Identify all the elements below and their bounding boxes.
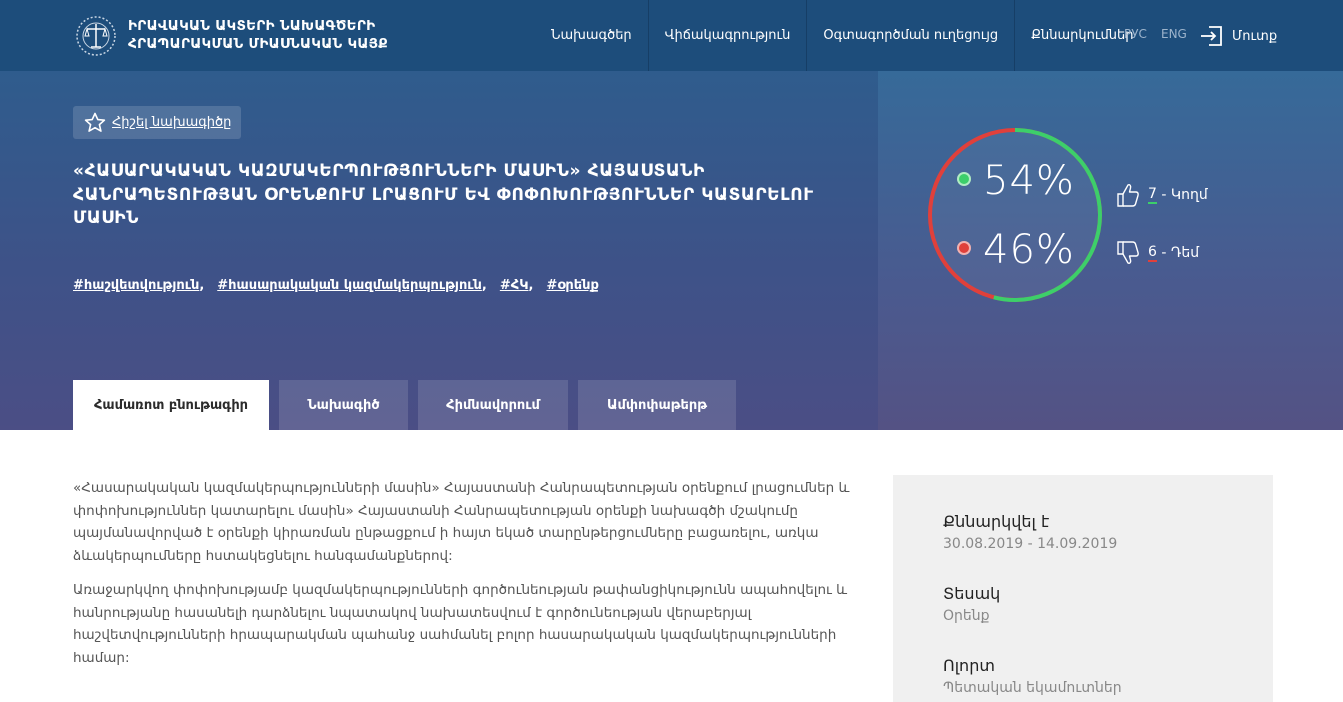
tag-separator: , [528,278,534,293]
summary-paragraph: «Հասարակական կազմակերպությունների մասին»… [73,480,850,564]
draft-info-sidebar: Քննարկվել է 30.08.2019 - 14.09.2019 Տեսա… [893,475,1273,702]
tag-link[interactable]: #հաշվետվություն [73,278,199,293]
draft-title: «ՀԱՍԱՐԱԿԱԿԱՆ ԿԱԶՄԱԿԵՐՊՈՒԹՅՈՒՆՆԵՐԻ ՄԱՍԻՆ»… [73,161,814,228]
lang-ru-link[interactable]: РУС [1124,27,1147,41]
lang-en-link[interactable]: ENG [1161,27,1187,41]
login-label: Մուտք [1232,28,1278,44]
nav-item-statistics[interactable]: Վիճակագրություն [649,0,808,71]
summary-paragraph: Առաջարկվող փոփոխությամբ կազմակերպություն… [73,582,848,666]
coat-of-arms-logo[interactable] [73,14,119,58]
type-value: Օրենք [943,608,990,624]
discussed-dates: 30.08.2019 - 14.09.2019 [943,536,1118,552]
site-title-line2: ՀՐԱՊԱՐԱԿՄԱՆ ՄԻԱՍՆԱԿԱՆ ԿԱՅՔ [128,36,388,52]
tab-summary-sheet[interactable]: Ամփոփաթերթ [578,380,736,430]
tag-link[interactable]: #ՀԿ [500,278,529,293]
site-title[interactable]: ԻՐԱՎԱԿԱՆ ԱԿՏԵՐԻ ՆԱԽԱԳԾԵՐԻ ՀՐԱՊԱՐԱԿՄԱՆ ՄԻ… [128,17,388,53]
no-percent: 46% [983,227,1075,273]
area-value: Պետական եկամուտներ [943,680,1122,696]
remember-draft-label: Հիշել նախագիծը [112,115,232,130]
tag-separator: , [481,278,487,293]
yes-percent: 54% [983,158,1075,204]
site-title-line1: ԻՐԱՎԱԿԱՆ ԱԿՏԵՐԻ ՆԱԽԱԳԾԵՐԻ [128,18,376,34]
no-indicator-dot [957,241,971,255]
top-header: ԻՐԱՎԱԿԱՆ ԱԿՏԵՐԻ ՆԱԽԱԳԾԵՐԻ ՀՐԱՊԱՐԱԿՄԱՆ ՄԻ… [0,0,1343,71]
tag-link[interactable]: #հասարակական կազմակերպություն [217,278,482,293]
tab-justification[interactable]: Հիմնավորում [418,380,568,430]
vote-against-count: 6 [1148,244,1157,262]
vote-ring [926,126,1104,304]
discussed-label: Քննարկվել է [943,512,1050,531]
login-icon [1201,26,1222,46]
thumbs-up-icon [1117,184,1139,207]
tag-separator: , [199,278,205,293]
yes-indicator-dot [957,172,971,186]
area-label: Ոլորտ [943,656,995,675]
vote-against-label: - Դեմ [1156,245,1200,261]
nav-item-drafts[interactable]: Նախագծեր [535,0,649,71]
vote-for-button[interactable]: 7 - Կողմ [1116,182,1208,208]
thumbs-down-icon [1117,241,1139,264]
draft-tabs: Համառոտ բնութագիր Նախագիծ Հիմնավորում Ամ… [73,380,746,430]
summary-content: «Հասարակական կազմակերպությունների մասին»… [73,477,858,681]
tab-summary[interactable]: Համառոտ բնութագիր [73,380,269,430]
tag-list: #հաշվետվություն, #հասարակական կազմակերպո… [73,278,599,293]
star-icon [84,112,106,132]
tag-link[interactable]: #օրենք [546,278,598,293]
vote-for-count: 7 [1148,186,1157,204]
main-nav: Նախագծեր Վիճակագրություն Օգտագործման ուղ… [535,0,1149,71]
vote-for-label: - Կողմ [1156,187,1208,203]
nav-item-user-guide[interactable]: Օգտագործման ուղեցույց [807,0,1016,71]
tab-draft[interactable]: Նախագիծ [279,380,408,430]
vote-against-button[interactable]: 6 - Դեմ [1116,240,1199,266]
type-label: Տեսակ [943,584,1001,603]
remember-draft-button[interactable]: Հիշել նախագիծը [73,106,241,139]
login-button[interactable]: Մուտք [1200,24,1277,48]
